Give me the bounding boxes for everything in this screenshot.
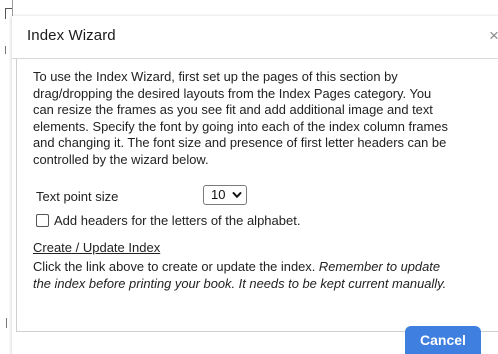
dialog-body: To use the Index Wizard, first set up th… — [16, 59, 498, 332]
screen: Index Wizard × To use the Index Wizard, … — [0, 0, 498, 354]
intro-line: elements. Specify the font by going into… — [33, 118, 448, 134]
headers-option[interactable]: Add headers for the letters of the alpha… — [36, 213, 300, 228]
index-wizard-dialog: Index Wizard × To use the Index Wizard, … — [12, 16, 498, 354]
headers-checkbox-label: Add headers for the letters of the alpha… — [54, 213, 301, 228]
text-size-select[interactable]: 10 — [203, 185, 247, 205]
close-icon[interactable]: × — [489, 26, 498, 46]
create-update-index-link[interactable]: Create / Update Index — [33, 240, 160, 255]
background-mark — [5, 46, 12, 54]
cancel-button[interactable]: Cancel — [405, 326, 481, 354]
help-plain-text: Click the link above to create or update… — [33, 259, 319, 274]
headers-checkbox[interactable] — [36, 214, 49, 227]
text-size-label: Text point size — [36, 189, 119, 204]
intro-line: and changing it. The font size and prese… — [33, 135, 447, 150]
intro-line: To use the Index Wizard, first set up th… — [33, 69, 398, 84]
help-text: Click the link above to create or update… — [33, 259, 495, 292]
help-line-2: the index before printing your book. It … — [33, 276, 495, 293]
help-line-1: Click the link above to create or update… — [33, 259, 495, 276]
dialog-title: Index Wizard — [27, 27, 116, 44]
help-italic-text: the index before printing your book. It … — [33, 275, 447, 291]
intro-line: can resize the frames as you see fit and… — [33, 102, 433, 117]
text-size-value: 10 — [211, 187, 226, 202]
intro-line: drag/dropping the desired layouts from t… — [33, 85, 432, 101]
chevron-down-icon — [232, 192, 242, 198]
intro-line: controlled by the wizard below. — [33, 151, 209, 167]
intro-text: To use the Index Wizard, first set up th… — [33, 69, 495, 168]
background-mark — [5, 8, 12, 19]
help-italic-text: Remember to update — [318, 259, 441, 274]
dialog-header: Index Wizard × — [12, 16, 498, 59]
